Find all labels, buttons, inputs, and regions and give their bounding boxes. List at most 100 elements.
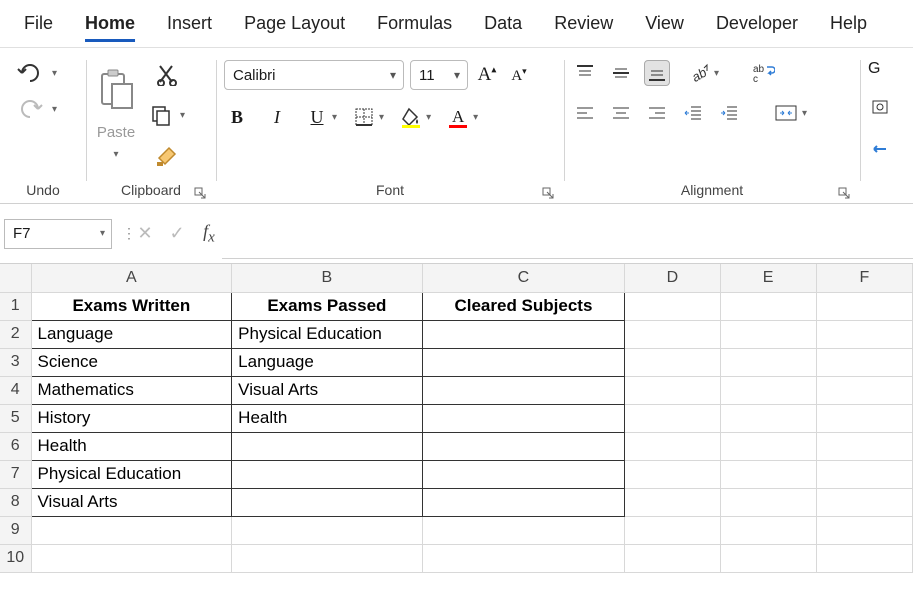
- row-header-2[interactable]: 2: [0, 320, 31, 348]
- cell-B2[interactable]: Physical Education: [232, 320, 422, 348]
- name-box-dropdown[interactable]: ▾: [100, 228, 105, 239]
- row-header-8[interactable]: 8: [0, 488, 31, 516]
- cell-A8[interactable]: Visual Arts: [31, 488, 232, 516]
- decrease-indent-button[interactable]: [680, 100, 706, 126]
- redo-dropdown[interactable]: ▾: [52, 104, 57, 115]
- column-header-A[interactable]: A: [31, 264, 232, 292]
- cell-F3[interactable]: [816, 348, 912, 376]
- paste-button[interactable]: [94, 60, 138, 116]
- font-name-select[interactable]: Calibri ▾: [224, 60, 404, 90]
- bold-button[interactable]: B: [224, 104, 250, 130]
- menu-insert[interactable]: Insert: [151, 7, 228, 40]
- name-box[interactable]: F7 ▾: [4, 219, 112, 249]
- cell-E10[interactable]: [720, 544, 816, 572]
- column-header-F[interactable]: F: [816, 264, 912, 292]
- row-header-1[interactable]: 1: [0, 292, 31, 320]
- cell-A1[interactable]: Exams Written: [31, 292, 232, 320]
- cut-button[interactable]: [148, 62, 185, 88]
- row-header-3[interactable]: 3: [0, 348, 31, 376]
- cell-C4[interactable]: [422, 376, 625, 404]
- cell-E8[interactable]: [720, 488, 816, 516]
- cell-C5[interactable]: [422, 404, 625, 432]
- menu-view[interactable]: View: [629, 7, 700, 40]
- cell-C1[interactable]: Cleared Subjects: [422, 292, 625, 320]
- fill-color-button[interactable]: [398, 104, 424, 130]
- cell-D10[interactable]: [625, 544, 720, 572]
- cell-E5[interactable]: [720, 404, 816, 432]
- copy-dropdown[interactable]: ▾: [180, 110, 185, 121]
- cell-E2[interactable]: [720, 320, 816, 348]
- font-size-select[interactable]: 11 ▾: [410, 60, 468, 90]
- cell-B3[interactable]: Language: [232, 348, 422, 376]
- cell-C6[interactable]: [422, 432, 625, 460]
- row-header-7[interactable]: 7: [0, 460, 31, 488]
- cell-D1[interactable]: [625, 292, 720, 320]
- font-color-dropdown[interactable]: ▾: [473, 112, 478, 123]
- column-header-E[interactable]: E: [720, 264, 816, 292]
- cell-E9[interactable]: [720, 516, 816, 544]
- column-header-C[interactable]: C: [422, 264, 625, 292]
- cell-A4[interactable]: Mathematics: [31, 376, 232, 404]
- align-bottom-button[interactable]: [644, 60, 670, 86]
- cell-C8[interactable]: [422, 488, 625, 516]
- cell-A9[interactable]: [31, 516, 232, 544]
- cell-B6[interactable]: [232, 432, 422, 460]
- insert-function-button[interactable]: fx: [196, 219, 222, 249]
- cell-B4[interactable]: Visual Arts: [232, 376, 422, 404]
- row-header-5[interactable]: 5: [0, 404, 31, 432]
- cell-F10[interactable]: [816, 544, 912, 572]
- cell-A6[interactable]: Health: [31, 432, 232, 460]
- cell-D8[interactable]: [625, 488, 720, 516]
- cell-D2[interactable]: [625, 320, 720, 348]
- cell-E3[interactable]: [720, 348, 816, 376]
- borders-dropdown[interactable]: ▾: [379, 112, 384, 123]
- cell-D7[interactable]: [625, 460, 720, 488]
- cell-F6[interactable]: [816, 432, 912, 460]
- borders-button[interactable]: [351, 104, 377, 130]
- merge-center-dropdown[interactable]: ▾: [802, 108, 807, 119]
- formula-bar-handle[interactable]: ⋮: [122, 225, 132, 242]
- cell-D9[interactable]: [625, 516, 720, 544]
- undo-dropdown[interactable]: ▾: [52, 68, 57, 79]
- align-middle-button[interactable]: [608, 60, 634, 86]
- cell-D3[interactable]: [625, 348, 720, 376]
- menu-developer[interactable]: Developer: [700, 7, 814, 40]
- cell-D5[interactable]: [625, 404, 720, 432]
- italic-button[interactable]: I: [264, 104, 290, 130]
- cell-C3[interactable]: [422, 348, 625, 376]
- cell-A10[interactable]: [31, 544, 232, 572]
- select-all-corner[interactable]: [0, 264, 31, 292]
- cell-F1[interactable]: [816, 292, 912, 320]
- currency-button-partial[interactable]: [868, 94, 894, 120]
- cell-B8[interactable]: [232, 488, 422, 516]
- redo-button[interactable]: [14, 96, 46, 122]
- undo-button[interactable]: [14, 60, 46, 86]
- align-left-button[interactable]: [572, 100, 598, 126]
- align-top-button[interactable]: [572, 60, 598, 86]
- column-header-D[interactable]: D: [625, 264, 720, 292]
- orientation-dropdown[interactable]: ▾: [714, 68, 719, 79]
- cell-B9[interactable]: [232, 516, 422, 544]
- cell-E6[interactable]: [720, 432, 816, 460]
- align-right-button[interactable]: [644, 100, 670, 126]
- row-header-10[interactable]: 10: [0, 544, 31, 572]
- cell-E7[interactable]: [720, 460, 816, 488]
- column-header-B[interactable]: B: [232, 264, 422, 292]
- cell-A7[interactable]: Physical Education: [31, 460, 232, 488]
- decrease-font-button[interactable]: A▾: [506, 62, 532, 88]
- format-painter-button[interactable]: [148, 142, 185, 170]
- underline-button[interactable]: U: [304, 104, 330, 130]
- row-header-4[interactable]: 4: [0, 376, 31, 404]
- cell-B7[interactable]: [232, 460, 422, 488]
- menu-page-layout[interactable]: Page Layout: [228, 7, 361, 40]
- wrap-text-button[interactable]: abc: [749, 60, 777, 86]
- cell-E4[interactable]: [720, 376, 816, 404]
- cell-A2[interactable]: Language: [31, 320, 232, 348]
- increase-indent-button[interactable]: [716, 100, 742, 126]
- cell-E1[interactable]: [720, 292, 816, 320]
- cell-C10[interactable]: [422, 544, 625, 572]
- cancel-formula-button[interactable]: ✕: [132, 221, 158, 247]
- cell-A3[interactable]: Science: [31, 348, 232, 376]
- orientation-button[interactable]: ab: [686, 60, 712, 86]
- cell-D6[interactable]: [625, 432, 720, 460]
